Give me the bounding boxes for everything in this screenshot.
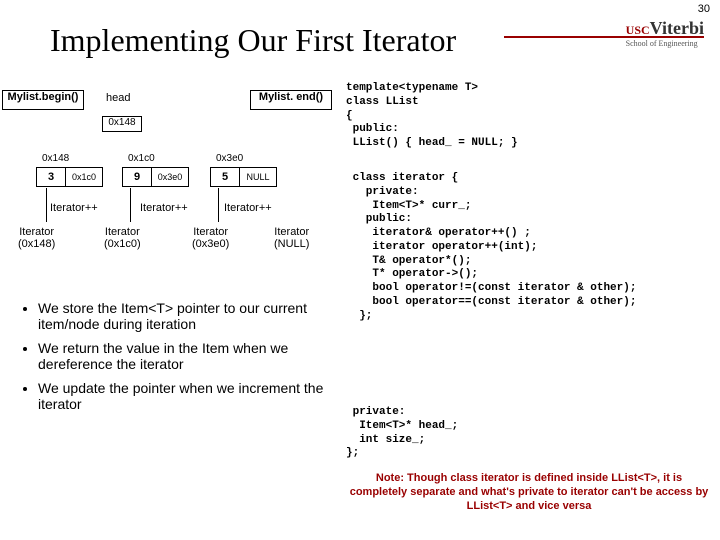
code-block-1: template<typename T> class LList { publi… — [346, 82, 518, 151]
addr-3: 0x3e0 — [216, 153, 243, 164]
addr-1: 0x148 — [42, 153, 69, 164]
bullet-3: We update the pointer when we increment … — [38, 380, 340, 412]
head-label: head — [106, 92, 130, 104]
usc-text: USC — [626, 23, 650, 37]
iteratorpp-2: Iterator++ — [140, 202, 188, 214]
iter-4-b: (NULL) — [274, 238, 309, 250]
node-3-val: 5 — [211, 168, 240, 186]
node-1-val: 3 — [37, 168, 66, 186]
node-2-val: 9 — [123, 168, 152, 186]
slide: 30 USCViterbi School of Engineering Impl… — [0, 0, 720, 540]
iter-4-a: Iterator — [274, 226, 309, 238]
iter-1-a: Iterator — [19, 226, 54, 238]
head-box: 0x148 — [102, 116, 142, 132]
addr-2: 0x1c0 — [128, 153, 155, 164]
arrow-2 — [130, 188, 131, 222]
iter-3-b: (0x3e0) — [192, 238, 229, 250]
bullet-1: We store the Item<T> pointer to our curr… — [38, 300, 340, 332]
iterator-2: Iterator (0x1c0) — [104, 226, 141, 250]
school-text: School of Engineering — [626, 39, 704, 48]
node-1: 3 0x1c0 — [36, 167, 103, 187]
iterator-1: Iterator (0x148) — [18, 226, 55, 250]
code-block-3: private: Item<T>* head_; int size_; }; — [346, 406, 458, 461]
header-rule — [504, 36, 704, 38]
arrow-3 — [218, 188, 219, 222]
iter-3-a: Iterator — [193, 226, 228, 238]
node-2: 9 0x3e0 — [122, 167, 189, 187]
iterator-4: Iterator (NULL) — [274, 226, 309, 250]
iter-1-b: (0x148) — [18, 238, 55, 250]
usc-viterbi-logo: USCViterbi School of Engineering — [626, 18, 704, 48]
iteratorpp-1: Iterator++ — [50, 202, 98, 214]
slide-title: Implementing Our First Iterator — [50, 22, 456, 59]
page-number: 30 — [698, 3, 710, 15]
begin-box: Mylist.begin() — [2, 90, 84, 110]
arrow-1 — [46, 188, 47, 222]
node-1-next: 0x1c0 — [66, 168, 102, 186]
node-3: 5 NULL — [210, 167, 277, 187]
end-box: Mylist. end() — [250, 90, 332, 110]
iter-2-b: (0x1c0) — [104, 238, 141, 250]
viterbi-text: Viterbi — [650, 18, 704, 38]
iterator-3: Iterator (0x3e0) — [192, 226, 229, 250]
node-2-next: 0x3e0 — [152, 168, 188, 186]
node-3-next: NULL — [240, 168, 276, 186]
code-block-2: class iterator { private: Item<T>* curr_… — [346, 172, 636, 323]
bullet-list: We store the Item<T> pointer to our curr… — [20, 300, 340, 420]
bullet-2: We return the value in the Item when we … — [38, 340, 340, 372]
iteratorpp-3: Iterator++ — [224, 202, 272, 214]
iter-2-a: Iterator — [105, 226, 140, 238]
note-text: Note: Though class iterator is defined i… — [348, 472, 710, 513]
